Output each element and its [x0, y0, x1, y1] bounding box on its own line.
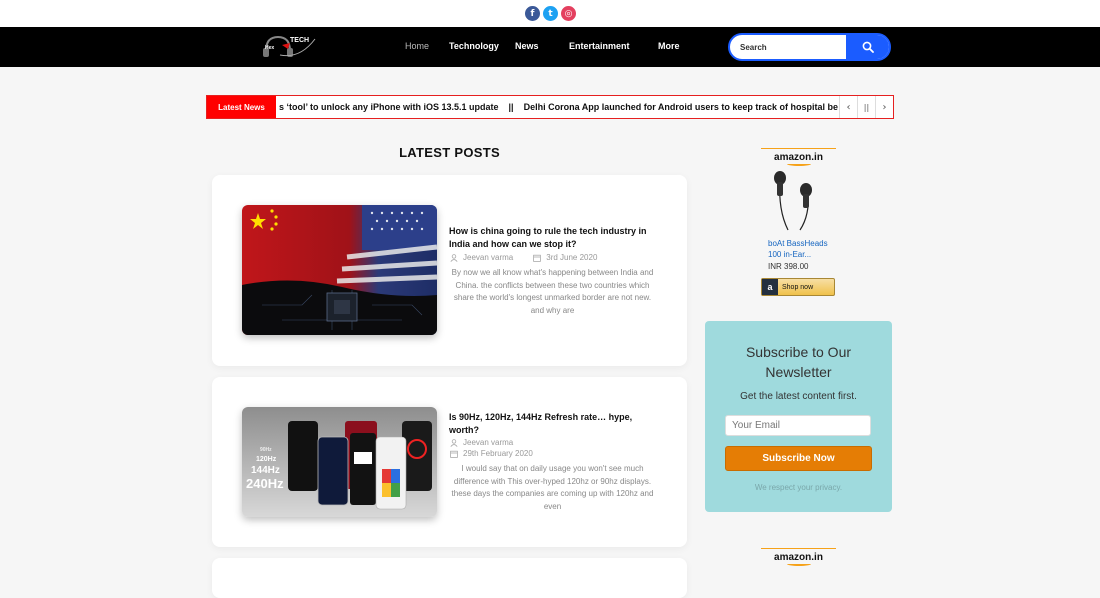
ticker-prev-icon[interactable]: ‹ [839, 96, 857, 118]
social-bar: f t ◎ [0, 0, 1100, 27]
newsletter-subtitle: Get the latest content first. [740, 391, 857, 402]
post-date: 3rd June 2020 [546, 253, 598, 262]
amazon-logo[interactable]: amazon.in [761, 148, 836, 166]
post-excerpt: By now we all know what's happening betw… [451, 268, 654, 315]
shop-now-label: Shop now [782, 283, 814, 291]
post-excerpt: I would say that on daily usage you won'… [451, 464, 654, 511]
thumb-label-240hz: 240Hz [246, 476, 284, 491]
amazon-logo-text: amazon.in [774, 552, 823, 563]
ticker-label: Latest News [207, 96, 276, 118]
post-card [212, 558, 687, 598]
nav-news[interactable]: News [515, 41, 539, 51]
post-meta-date: 29th February 2020 [450, 449, 533, 458]
search-form [728, 33, 891, 61]
calendar-icon [533, 254, 542, 262]
section-title: LATEST POSTS [399, 145, 500, 160]
post-author[interactable]: Jeevan varma [463, 253, 513, 262]
newsletter-privacy: We respect your privacy. [754, 483, 843, 492]
thumb-label-90hz: 90Hz [260, 447, 272, 453]
post-title[interactable]: How is china going to rule the tech indu… [449, 225, 664, 251]
nav-home[interactable]: Home [405, 41, 429, 51]
post-thumbnail[interactable]: 90Hz 120Hz 144Hz 240Hz [242, 407, 437, 517]
post-card: 90Hz 120Hz 144Hz 240Hz Is 90Hz, 120Hz, 1… [212, 377, 687, 547]
logo-prefix: Hex [265, 45, 275, 51]
ticker-controls: ‹ || › [839, 96, 893, 118]
nav-more[interactable]: More [658, 41, 680, 51]
ticker-pause-icon[interactable]: || [857, 96, 875, 118]
ticker-text[interactable]: s ‘tool’ to unlock any iPhone with iOS 1… [279, 102, 844, 112]
product-price: INR 398.00 [768, 262, 809, 271]
twitter-icon[interactable]: t [543, 6, 558, 21]
user-icon [450, 253, 458, 262]
china-usa-flag-chip-image [242, 205, 437, 335]
amazon-logo-2[interactable]: amazon.in [761, 548, 836, 566]
post-meta-author: Jeevan varma [450, 438, 513, 447]
user-icon [450, 438, 458, 447]
ticker-next-icon[interactable]: › [875, 96, 893, 118]
search-input[interactable] [740, 35, 840, 59]
newsletter-title: Subscribe to Our Newsletter [745, 344, 852, 380]
facebook-icon[interactable]: f [525, 6, 540, 21]
news-ticker: Latest News s ‘tool’ to unlock any iPhon… [206, 95, 894, 119]
site-logo[interactable]: Hex TECH [260, 31, 320, 61]
search-button[interactable] [846, 35, 889, 59]
post-date: 29th February 2020 [463, 449, 533, 458]
earphones-product-image[interactable] [768, 170, 828, 232]
post-thumbnail[interactable] [242, 205, 437, 335]
shop-now-button[interactable]: a Shop now [761, 278, 835, 296]
amazon-icon: a [762, 279, 778, 295]
search-icon [862, 41, 874, 53]
thumb-label-120hz: 120Hz [256, 456, 277, 463]
post-author[interactable]: Jeevan varma [463, 438, 513, 447]
nav-entertainment[interactable]: Entertainment [569, 41, 630, 51]
main-navbar: Hex TECH Home Technology News Entertainm… [0, 27, 1100, 67]
nav-technology[interactable]: Technology [449, 41, 499, 51]
post-card: How is china going to rule the tech indu… [212, 175, 687, 366]
product-name[interactable]: boAt BassHeads 100 in-Ear... [768, 238, 838, 260]
newsletter-box: Subscribe to Our Newsletter Get the late… [705, 321, 892, 512]
calendar-icon [450, 450, 458, 458]
post-title[interactable]: Is 90Hz, 120Hz, 144Hz Refresh rate… hype… [449, 411, 664, 437]
amazon-logo-text: amazon.in [774, 152, 823, 163]
newsletter-email-input[interactable] [725, 415, 871, 436]
refresh-rate-phones-image: 90Hz 120Hz 144Hz 240Hz [242, 407, 437, 517]
logo-text: TECH [290, 37, 310, 44]
post-meta: Jeevan varma 3rd June 2020 [450, 253, 597, 262]
instagram-icon[interactable]: ◎ [561, 6, 576, 21]
subscribe-button[interactable]: Subscribe Now [725, 446, 872, 471]
thumb-label-144hz: 144Hz [251, 465, 280, 476]
